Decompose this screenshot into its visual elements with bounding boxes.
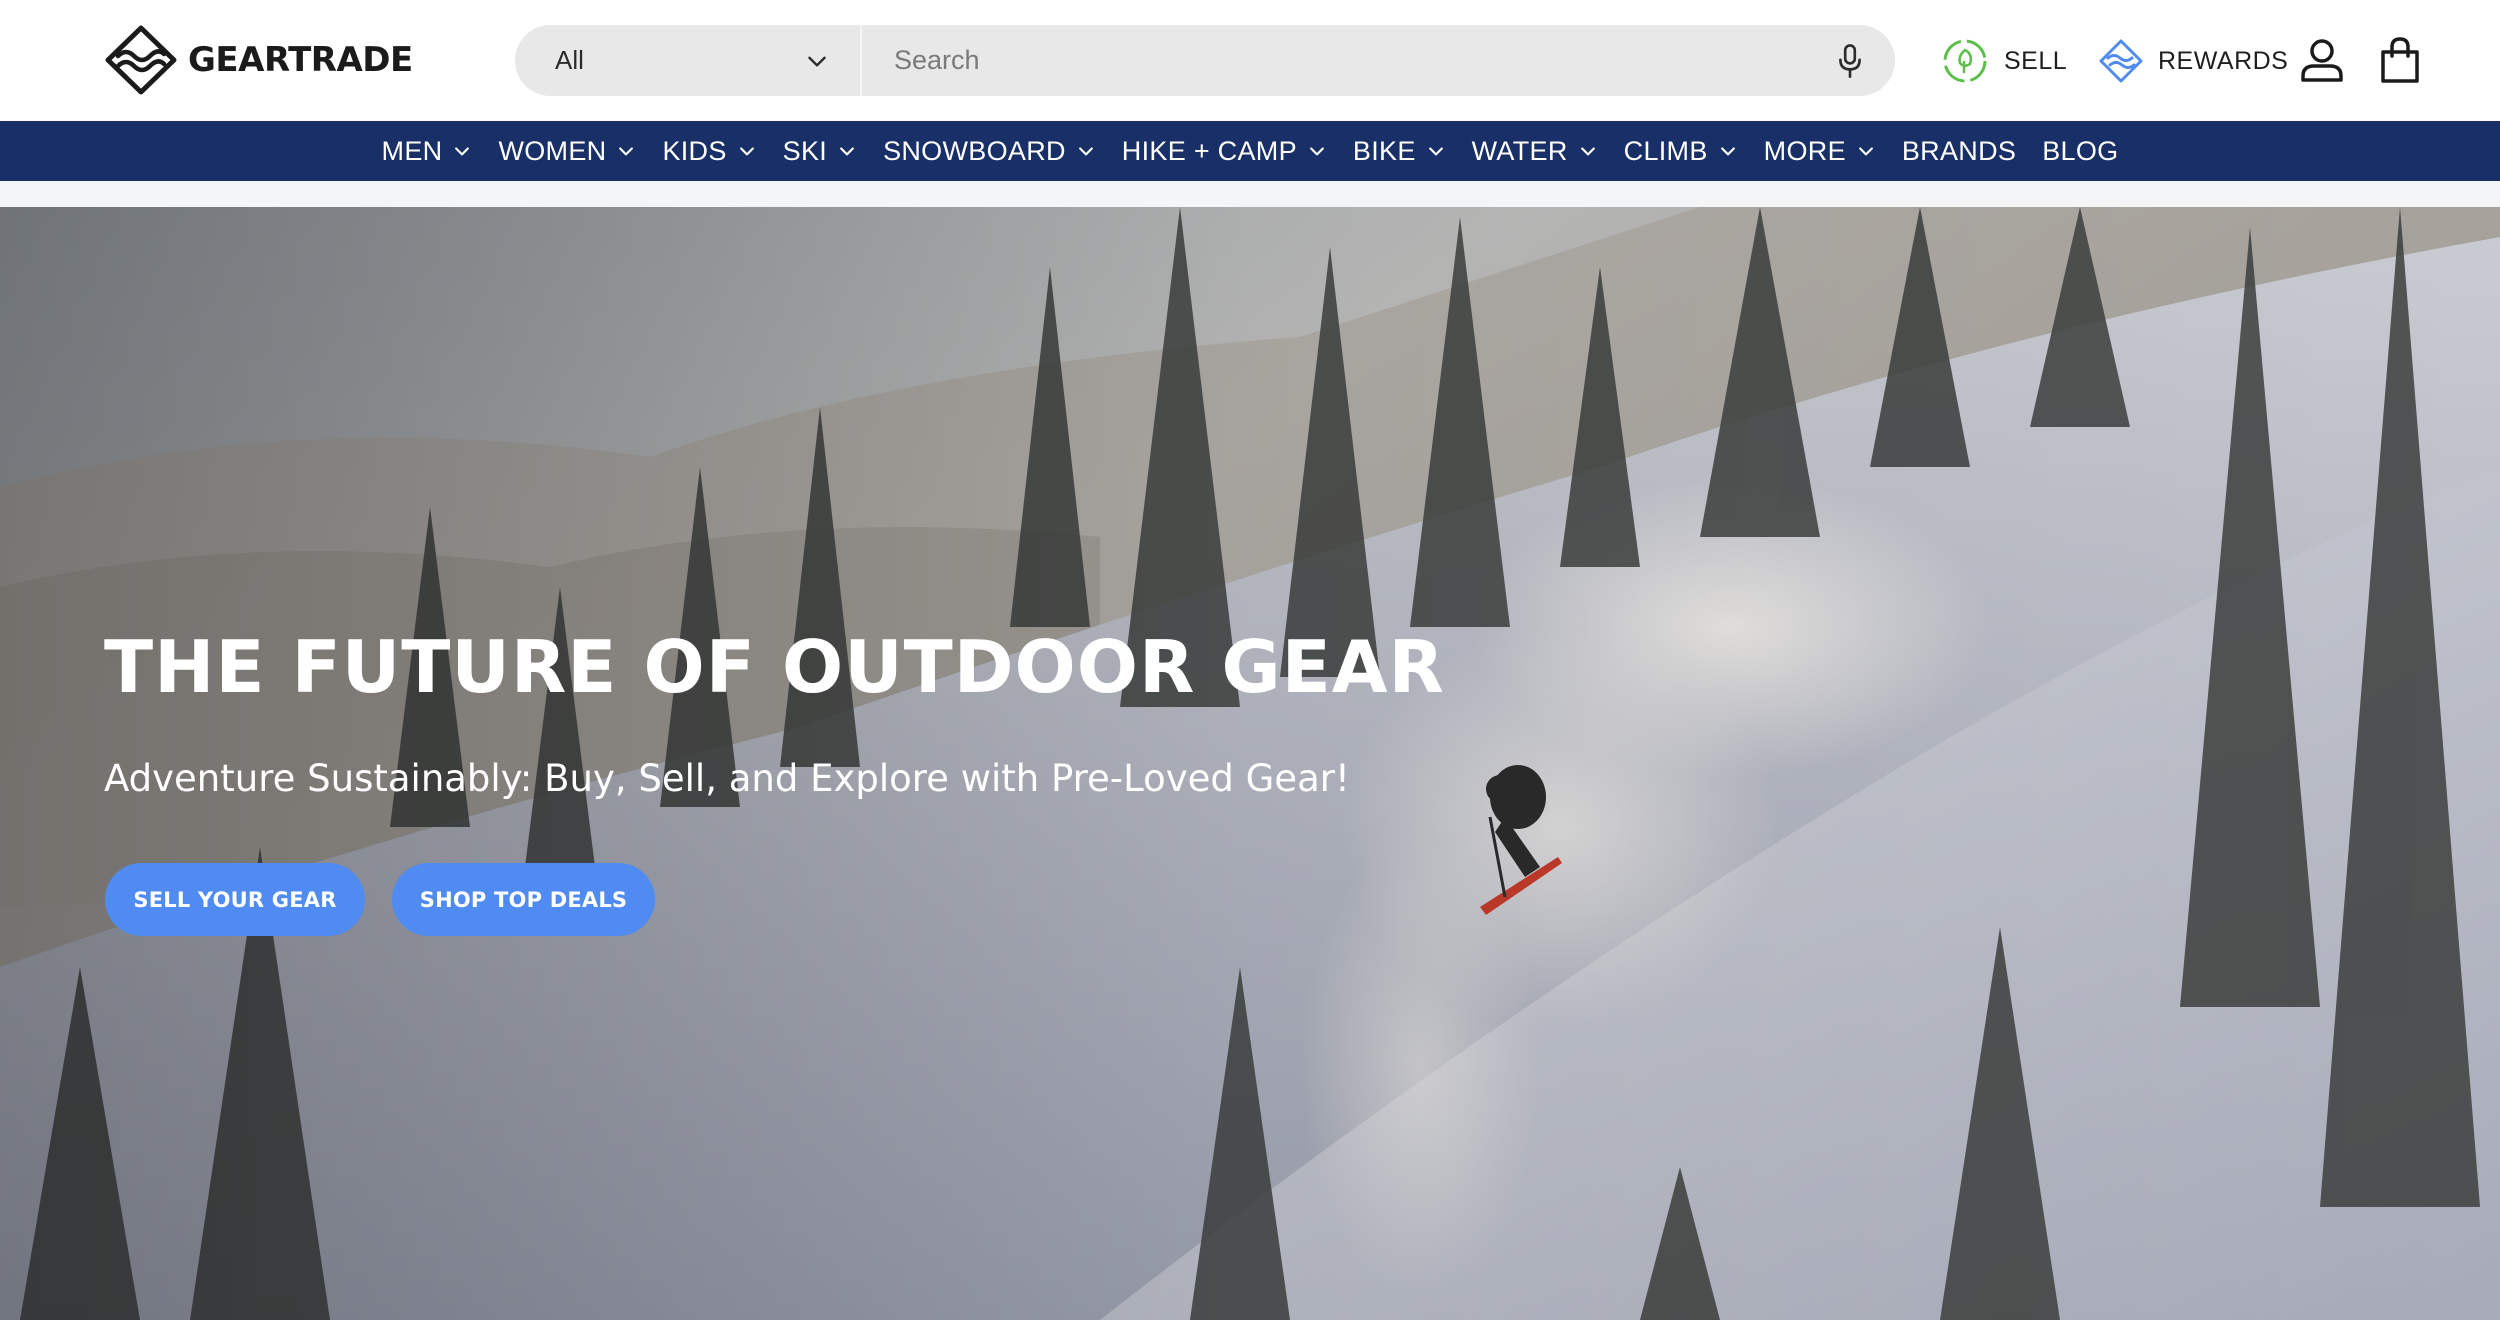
nav-item-label: CLIMB xyxy=(1623,135,1708,166)
nav-item-more[interactable]: MORE xyxy=(1751,121,1889,181)
recycle-leaf-icon xyxy=(1943,39,1987,83)
search-input[interactable] xyxy=(862,25,1805,96)
nav-item-climb[interactable]: CLIMB xyxy=(1611,121,1751,181)
search-bar: All xyxy=(515,25,1895,96)
sell-label: SELL xyxy=(2004,46,2068,75)
nav-item-bike[interactable]: BIKE xyxy=(1340,121,1459,181)
nav-item-water[interactable]: WATER xyxy=(1459,121,1611,181)
chevron-down-icon xyxy=(1720,147,1735,156)
brand-name: GEARTRADE xyxy=(188,40,413,80)
voice-search-button[interactable] xyxy=(1805,25,1895,96)
nav-item-men[interactable]: MEN xyxy=(369,121,486,181)
hero-subtitle: Adventure Sustainably: Buy, Sell, and Ex… xyxy=(104,757,1350,800)
microphone-icon xyxy=(1839,43,1861,78)
chevron-down-icon xyxy=(739,147,754,156)
hero-title: THE FUTURE OF OUTDOOR GEAR xyxy=(104,625,1445,709)
rewards-label: REWARDS xyxy=(2158,46,2289,75)
chevron-down-icon xyxy=(619,147,634,156)
chevron-down-icon xyxy=(1580,147,1595,156)
user-icon xyxy=(2301,39,2343,82)
nav-item-label: SKI xyxy=(782,135,828,166)
nav-item-label: BIKE xyxy=(1352,135,1416,166)
nav-item-label: SNOWBOARD xyxy=(883,135,1066,166)
brand-logo[interactable]: GEARTRADE xyxy=(104,24,413,96)
nav-item-kids[interactable]: KIDS xyxy=(649,121,769,181)
nav-item-label: BLOG xyxy=(2042,135,2119,166)
nav-item-hike-camp[interactable]: HIKE + CAMP xyxy=(1109,121,1340,181)
cart-button[interactable] xyxy=(2378,36,2422,84)
chevron-down-icon xyxy=(808,56,826,67)
chevron-down-icon xyxy=(840,147,854,156)
rewards-link[interactable]: REWARDS xyxy=(2098,34,2288,88)
nav-item-brands[interactable]: BRANDS xyxy=(1889,121,2029,181)
nav-item-label: BRANDS xyxy=(1901,135,2017,166)
nav-item-blog[interactable]: BLOG xyxy=(2029,121,2131,181)
nav-item-label: HIKE + CAMP xyxy=(1121,135,1297,166)
chevron-down-icon xyxy=(1078,147,1093,156)
shopping-bag-icon xyxy=(2381,37,2419,83)
shop-top-deals-button[interactable]: SHOP TOP DEALS xyxy=(392,863,655,936)
nav-item-ski[interactable]: SKI xyxy=(770,121,870,181)
nav-item-snowboard[interactable]: SNOWBOARD xyxy=(870,121,1109,181)
nav-item-label: WATER xyxy=(1471,135,1568,166)
chevron-down-icon xyxy=(1858,147,1873,156)
rewards-diamond-icon xyxy=(2099,39,2143,83)
geartrade-logo-icon xyxy=(105,25,177,95)
nav-item-label: WOMEN xyxy=(498,135,607,166)
nav-item-label: KIDS xyxy=(662,135,727,166)
account-button[interactable] xyxy=(2298,36,2346,84)
main-nav: MEN WOMEN KIDS SKI SNOWBOARD HIKE + CAMP BIKE W… xyxy=(0,121,2500,181)
category-select[interactable]: All xyxy=(515,25,862,96)
site-header: GEARTRADE All SELL xyxy=(0,0,2500,121)
nav-item-women[interactable]: WOMEN xyxy=(485,121,649,181)
category-select-value: All xyxy=(555,45,584,75)
nav-item-label: MEN xyxy=(381,135,443,166)
hero-banner: THE FUTURE OF OUTDOOR GEAR Adventure Sus… xyxy=(0,207,2500,1320)
chevron-down-icon xyxy=(1309,147,1324,156)
sell-your-gear-button[interactable]: SELL YOUR GEAR xyxy=(105,863,365,936)
chevron-down-icon xyxy=(455,147,470,156)
nav-item-label: MORE xyxy=(1763,135,1846,166)
sell-link[interactable]: SELL xyxy=(1940,34,2067,88)
chevron-down-icon xyxy=(1428,147,1443,156)
nav-spacer xyxy=(0,181,2500,207)
